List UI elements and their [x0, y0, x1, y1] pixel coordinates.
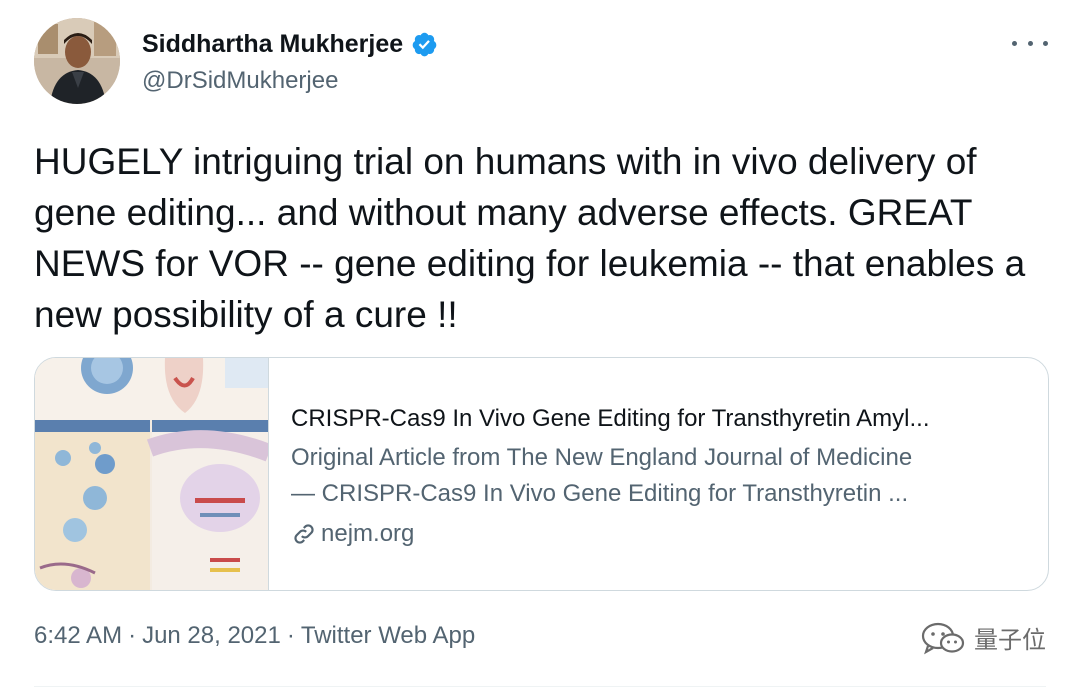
more-dots-icon[interactable] [1012, 30, 1048, 56]
separator: · [128, 622, 137, 649]
tweet-source[interactable]: Twitter Web App [301, 622, 475, 650]
dot [1043, 40, 1048, 46]
card-description: Original Article from The New England Jo… [291, 440, 1028, 512]
dot [1027, 40, 1033, 46]
separator: · [286, 622, 295, 649]
watermark-text: 量子位 [974, 626, 1046, 654]
tweet-time[interactable]: 6:42 AM [34, 622, 122, 650]
verified-badge-icon [411, 31, 438, 58]
card-description-line: Original Article from The New England Jo… [291, 444, 913, 471]
card-description-line: — CRISPR-Cas9 In Vivo Gene Editing for T… [291, 480, 909, 507]
link-card[interactable]: CRISPR-Cas9 In Vivo Gene Editing for Tra… [34, 357, 1049, 591]
wechat-icon [920, 621, 966, 655]
tweet-date[interactable]: Jun 28, 2021 [142, 622, 281, 650]
tweet-text: HUGELY intriguing trial on humans with i… [34, 141, 1026, 335]
dot [1012, 40, 1017, 46]
tweet: Siddhartha Mukherjee @DrSidMukherjee HUG… [0, 0, 1080, 687]
card-thumbnail[interactable] [35, 358, 269, 590]
tweet-meta: 6:42 AM · Jun 28, 2021 · Twitter Web App [34, 622, 475, 650]
card-domain: nejm.org [291, 516, 1028, 552]
author-name-text[interactable]: Siddhartha Mukherjee [142, 30, 403, 59]
author-handle[interactable]: @DrSidMukherjee [142, 67, 338, 95]
author-name[interactable]: Siddhartha Mukherjee [142, 30, 438, 59]
card-domain-text: nejm.org [321, 520, 415, 547]
card-body[interactable]: CRISPR-Cas9 In Vivo Gene Editing for Tra… [269, 358, 1048, 590]
watermark: 量子位 [920, 620, 1046, 655]
link-icon [291, 521, 317, 547]
card-title[interactable]: CRISPR-Cas9 In Vivo Gene Editing for Tra… [291, 402, 1028, 436]
avatar[interactable] [34, 18, 120, 104]
